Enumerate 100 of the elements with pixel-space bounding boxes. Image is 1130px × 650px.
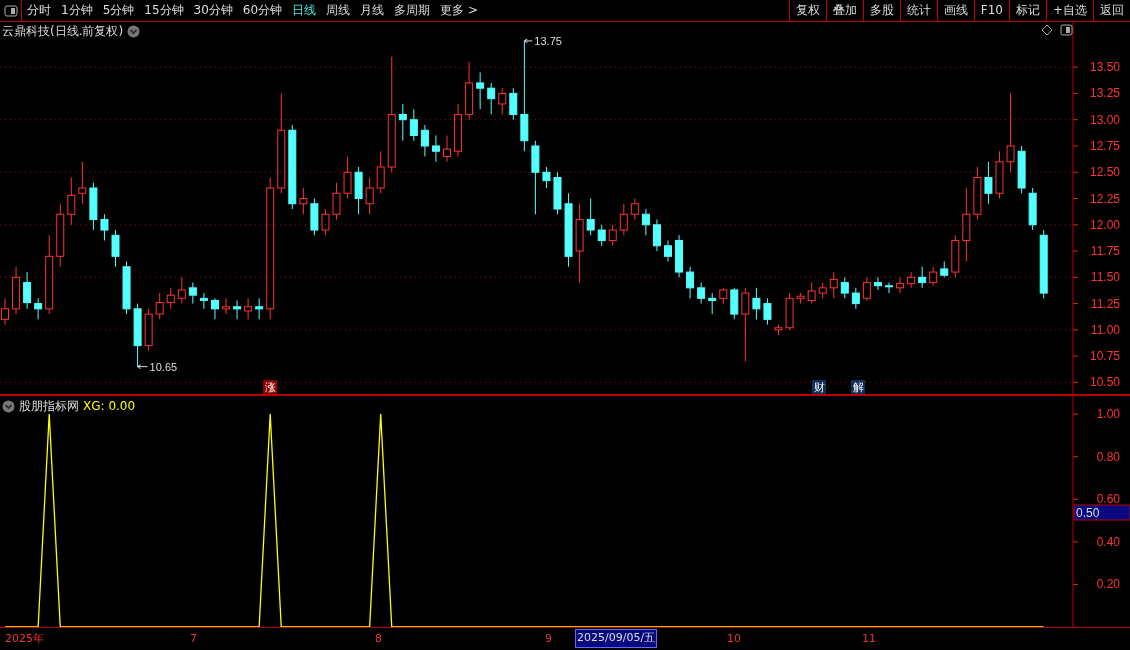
candle — [675, 234, 684, 278]
candle — [487, 82, 496, 115]
candle — [542, 166, 551, 189]
leader-line — [523, 38, 533, 44]
candle — [807, 282, 816, 305]
candle — [1017, 145, 1026, 194]
axis-label: 10.75 — [1089, 349, 1120, 364]
period-tab[interactable]: 周线 — [321, 0, 356, 21]
candle — [299, 187, 308, 215]
period-tab[interactable]: 5分钟 — [97, 0, 140, 21]
price-label: 10.65 — [149, 360, 178, 373]
candle — [840, 276, 849, 299]
toolbar-button[interactable]: 叠加 — [825, 0, 863, 21]
candle — [133, 303, 142, 368]
period-tab[interactable]: 15分钟 — [139, 0, 189, 21]
candle — [310, 198, 319, 236]
axis-label: 11.00 — [1090, 322, 1120, 337]
dropdown-icon[interactable] — [127, 24, 141, 38]
candle — [664, 240, 672, 263]
candle — [774, 324, 783, 336]
candle — [354, 166, 363, 215]
toolbar-button[interactable]: 复权 — [788, 0, 826, 21]
toolbar-button[interactable]: +自选 — [1045, 0, 1093, 21]
date-label: 8 — [375, 631, 382, 647]
indicator-name: 股朋指标网 — [19, 398, 79, 415]
toolbar-button[interactable]: 多股 — [862, 0, 900, 21]
candle — [896, 276, 905, 294]
axis-label: 12.75 — [1089, 139, 1120, 153]
event-badge[interactable]: 涨 — [263, 380, 277, 394]
axis-label: 10.50 — [1089, 375, 1120, 390]
indicator-legend: XG: 0.00 — [83, 397, 136, 415]
axis-label: 12.00 — [1089, 217, 1120, 232]
candle — [443, 135, 451, 163]
candle — [255, 297, 264, 320]
chart-title: 云鼎科技(日线.前复权) — [2, 23, 124, 40]
date-label: 11 — [862, 631, 876, 647]
candle — [34, 297, 43, 320]
cursor-value: 0.50 — [1073, 504, 1130, 521]
event-badge[interactable]: 解 — [851, 380, 865, 394]
candle — [177, 276, 186, 305]
candle — [796, 292, 805, 305]
toolbar-button[interactable]: 画线 — [936, 0, 974, 21]
period-tab[interactable]: 分时 — [22, 0, 56, 21]
candle — [973, 166, 982, 221]
candle — [23, 271, 32, 310]
candle — [862, 276, 871, 301]
candle — [409, 108, 418, 142]
period-tab[interactable]: 更多 > — [435, 0, 483, 21]
candle — [233, 299, 242, 320]
candle — [697, 282, 706, 305]
event-badge[interactable]: 财 — [812, 380, 826, 394]
candle — [100, 213, 109, 242]
toolbar-button[interactable]: 返回 — [1093, 0, 1130, 21]
period-tab[interactable]: 日线 — [287, 0, 322, 21]
candle — [144, 308, 153, 352]
period-tab[interactable]: 60分钟 — [237, 0, 288, 21]
candle — [332, 182, 341, 221]
candle — [1028, 187, 1037, 231]
candle — [630, 198, 639, 221]
candle — [851, 287, 860, 310]
candle — [785, 292, 794, 331]
candle — [56, 203, 65, 268]
candle — [586, 198, 595, 236]
candle — [818, 282, 827, 299]
candle — [199, 292, 208, 310]
period-tab[interactable]: 30分钟 — [188, 0, 238, 21]
candle — [365, 177, 374, 215]
date-label: 10 — [727, 631, 741, 647]
axis-label: 12.25 — [1089, 191, 1120, 206]
candle — [321, 208, 330, 236]
toolbar-button[interactable]: 标记 — [1008, 0, 1046, 21]
candle — [166, 287, 175, 310]
candle — [465, 61, 474, 121]
toolbar-button[interactable]: 统计 — [899, 0, 937, 21]
candle — [476, 71, 485, 110]
candle — [155, 292, 164, 320]
candle — [686, 266, 695, 299]
candle — [12, 266, 21, 315]
candle — [188, 282, 197, 305]
leader-line — [137, 364, 149, 370]
panel-toggle-icon[interactable] — [1060, 24, 1073, 36]
candle — [940, 261, 949, 278]
candle — [652, 219, 661, 252]
toolbar-button[interactable]: F10 — [973, 0, 1009, 21]
period-tab[interactable]: 月线 — [355, 0, 390, 21]
candle — [984, 161, 993, 205]
period-tab[interactable]: 多周期 — [389, 0, 436, 21]
candle — [111, 229, 120, 268]
candle — [553, 171, 562, 215]
date-label: 2025/09/05/五 — [575, 629, 658, 648]
candle — [498, 87, 507, 115]
candle — [509, 87, 518, 121]
candle — [89, 182, 98, 231]
candle — [454, 103, 463, 157]
candle — [752, 287, 761, 320]
period-tab[interactable]: 1分钟 — [56, 0, 98, 21]
diamond-icon[interactable] — [1041, 24, 1053, 36]
candle — [907, 271, 916, 289]
dropdown-icon[interactable] — [2, 399, 15, 413]
candle — [641, 208, 650, 236]
